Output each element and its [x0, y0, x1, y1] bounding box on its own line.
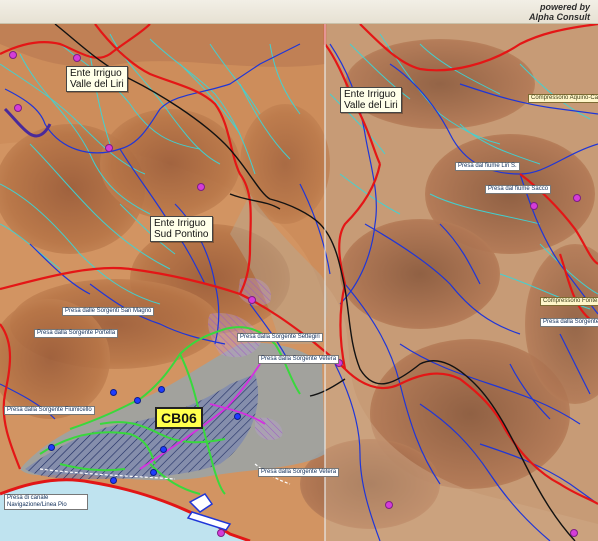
callout-line: Valle del Liri [70, 79, 124, 90]
intake-label[interactable]: Presa dalle Sorgenti San Magno [62, 307, 155, 316]
intake-pin[interactable] [570, 529, 578, 537]
callout-line: Ente Irriguo [154, 218, 206, 229]
callout-line: Ente Irriguo [344, 89, 396, 100]
intake-label[interactable]: Presa dalla Sorgente Fiumicello [4, 406, 95, 415]
intake-pin[interactable] [14, 104, 22, 112]
station-marker[interactable] [110, 477, 117, 484]
intake-pin[interactable] [248, 296, 256, 304]
intake-label[interactable]: Presa dalla Sorgente... [540, 318, 598, 327]
terrain-layer [0, 24, 598, 541]
callout-line: Sud Pontino [154, 229, 209, 240]
station-marker[interactable] [234, 413, 241, 420]
station-marker[interactable] [160, 446, 167, 453]
station-marker[interactable] [48, 444, 55, 451]
intake-pin[interactable] [385, 501, 393, 509]
intake-label[interactable]: Presa dalla Sorgente Settegiri [237, 333, 323, 342]
intake-label[interactable]: Presa dalla Sorgente Vetera [258, 468, 340, 477]
intake-pin[interactable] [73, 54, 81, 62]
powered-by-credit: powered by Alpha Consult [529, 2, 590, 22]
callout-line: Ente Irriguo [70, 68, 122, 79]
ente-irriguo-valle-liri-left-label: Ente Irriguo Valle del Liri [66, 66, 128, 92]
station-marker[interactable] [150, 469, 157, 476]
map-canvas[interactable]: Ente Irriguo Valle del Liri Ente Irriguo… [0, 24, 598, 541]
intake-label[interactable]: Presa dalla Sorgente Portella [34, 329, 119, 338]
area-label[interactable]: Compressorio Aquino-Ca... [528, 94, 598, 103]
intake-pin[interactable] [217, 529, 225, 537]
ente-irriguo-sud-pontino-label: Ente Irriguo Sud Pontino [150, 216, 213, 242]
intake-pin[interactable] [573, 194, 581, 202]
cb06-label[interactable]: CB06 [155, 407, 203, 429]
intake-pin[interactable] [9, 51, 17, 59]
intake-label[interactable]: Presa dal fiume Sacco [485, 185, 552, 194]
top-bar: powered by Alpha Consult [0, 0, 598, 24]
intake-label[interactable]: Presa dalla Sorgente Vetera [258, 355, 340, 364]
powered-by-text: powered by [539, 2, 590, 12]
callout-line: Valle del Liri [344, 100, 398, 111]
area-label[interactable]: Compressorio Fonte... [540, 297, 598, 306]
station-marker[interactable] [158, 386, 165, 393]
station-marker[interactable] [110, 389, 117, 396]
intake-pin[interactable] [105, 144, 113, 152]
intake-label[interactable]: Presa di canale Navigazione/Linea Pio [4, 494, 88, 510]
ente-irriguo-valle-liri-right-label: Ente Irriguo Valle del Liri [340, 87, 402, 113]
intake-label[interactable]: Presa dal fiume Liri S. [455, 162, 520, 171]
station-marker[interactable] [134, 397, 141, 404]
intake-pin[interactable] [530, 202, 538, 210]
intake-pin[interactable] [197, 183, 205, 191]
map-viewer: powered by Alpha Consult Ente Irriguo Va… [0, 0, 598, 541]
brand-name: Alpha Consult [529, 12, 590, 22]
